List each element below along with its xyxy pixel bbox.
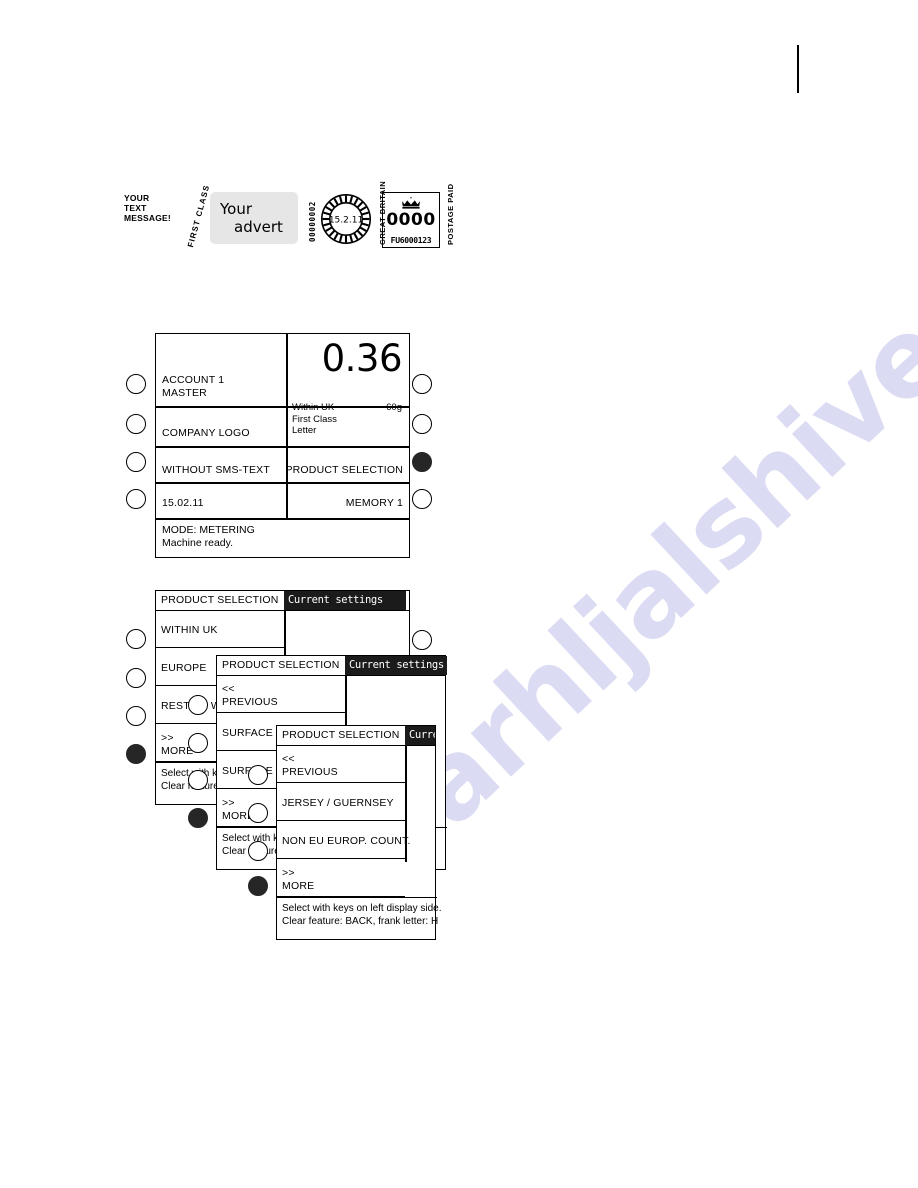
panel3-footer-line-1: Select with keys on left display side. bbox=[282, 903, 442, 914]
demonstration-die-icon: 15.2.11 bbox=[320, 193, 372, 245]
key-p3-1[interactable] bbox=[248, 765, 268, 785]
panel3-item-label-3: NON EU EUROP. COUNT. bbox=[282, 835, 411, 847]
watermark-overlay: parhljalshive.com bbox=[0, 0, 918, 1188]
display-rule-1 bbox=[156, 406, 409, 408]
panel3-header: PRODUCT SELECTION Current settings bbox=[277, 726, 435, 746]
key-left-4[interactable] bbox=[126, 489, 146, 509]
product-selection-panel-3: PRODUCT SELECTION Current settings << PR… bbox=[276, 725, 442, 940]
panel1-item-label-2: EUROPE bbox=[161, 662, 207, 674]
key-left-1[interactable] bbox=[126, 374, 146, 394]
panel2-item-label-2: SURFACE bbox=[222, 727, 273, 739]
panel2-more-arrows: >> bbox=[222, 797, 235, 809]
panel2-item-label-1: << PREVIOUS bbox=[222, 683, 278, 708]
panel1-item-label-1: WITHIN UK bbox=[161, 624, 218, 636]
panel1-header: PRODUCT SELECTION Current settings bbox=[156, 591, 409, 611]
panel2-current-settings[interactable]: Current settings bbox=[345, 656, 447, 675]
panel3-item-jersey-guernsey[interactable]: JERSEY / GUERNSEY bbox=[277, 783, 405, 821]
panel3-previous-arrows: << bbox=[282, 753, 295, 765]
panel3-more-text: MORE bbox=[282, 879, 315, 892]
postage-amount: 0.36 bbox=[321, 337, 403, 380]
account-line-1: ACCOUNT 1 bbox=[162, 374, 225, 386]
destination-line-3: Letter bbox=[292, 425, 317, 436]
key-left-3[interactable] bbox=[126, 452, 146, 472]
key-p1-4-selected[interactable] bbox=[126, 744, 146, 764]
panel2-item-previous[interactable]: << PREVIOUS bbox=[217, 675, 345, 713]
destination-line-2: First Class bbox=[292, 413, 337, 425]
mode-status: MODE: METERING Machine ready. bbox=[162, 524, 255, 550]
weight-label: 60g bbox=[386, 402, 402, 413]
main-status-display: ACCOUNT 1 MASTER COMPANY LOGO WITHOUT SM… bbox=[155, 333, 410, 558]
destination-label: Within UK First Class Letter bbox=[292, 402, 337, 437]
key-p3-3[interactable] bbox=[248, 841, 268, 861]
panel1-item-within-uk[interactable]: WITHIN UK bbox=[156, 610, 284, 648]
company-logo-label: COMPANY LOGO bbox=[162, 427, 250, 439]
display-column-divider bbox=[286, 334, 288, 519]
date-label: 15.02.11 bbox=[162, 497, 204, 509]
franking-imprint: YOUR TEXT MESSAGE! FIRST CLASS Your adve… bbox=[124, 181, 455, 256]
key-right-2[interactable] bbox=[412, 414, 432, 434]
sms-text-label: WITHOUT SMS-TEXT bbox=[162, 464, 270, 476]
key-p1-1[interactable] bbox=[126, 629, 146, 649]
key-right-3-selected[interactable] bbox=[412, 452, 432, 472]
panel3-current-settings[interactable]: Current settings bbox=[405, 726, 435, 745]
panel3-footer: Select with keys on left display side. C… bbox=[277, 897, 442, 939]
panel2-title: PRODUCT SELECTION bbox=[222, 659, 340, 671]
mode-line-1: MODE: METERING bbox=[162, 524, 255, 536]
panel3-item-label-4: >> MORE bbox=[282, 867, 314, 892]
imprint-slogan-line-2: TEXT bbox=[124, 203, 147, 213]
key-right-1[interactable] bbox=[412, 374, 432, 394]
panel3-footer-text: Select with keys on left display side. C… bbox=[282, 902, 442, 928]
key-p1-2[interactable] bbox=[126, 668, 146, 688]
panel2-header: PRODUCT SELECTION Current settings bbox=[217, 656, 447, 676]
panel1-current-settings[interactable]: Current settings bbox=[284, 591, 406, 610]
panel3-footer-line-2: Clear feature: BACK, frank letter: H bbox=[282, 916, 439, 927]
product-selection-label: PRODUCT SELECTION bbox=[285, 464, 403, 476]
display-rule-3 bbox=[156, 482, 409, 484]
key-p2-2[interactable] bbox=[188, 733, 208, 753]
imprint-slogan-line-1: YOUR bbox=[124, 193, 150, 203]
panel3-item-non-eu-europ-count[interactable]: NON EU EUROP. COUNT. bbox=[277, 821, 410, 859]
imprint-slogan-line-3: MESSAGE! bbox=[124, 213, 171, 223]
key-left-2[interactable] bbox=[126, 414, 146, 434]
panel3-item-previous[interactable]: << PREVIOUS bbox=[277, 745, 405, 783]
panel2-previous-arrows: << bbox=[222, 683, 235, 695]
imprint-postage-label: POSTAGE PAID bbox=[446, 183, 455, 245]
key-right-4[interactable] bbox=[412, 489, 432, 509]
mode-line-2: Machine ready. bbox=[162, 537, 234, 549]
panel3-title: PRODUCT SELECTION bbox=[282, 729, 400, 741]
key-p3-2[interactable] bbox=[248, 803, 268, 823]
imprint-value-block: 0000 FU6000123 bbox=[382, 192, 440, 248]
imprint-slogan: YOUR TEXT MESSAGE! bbox=[124, 193, 171, 223]
panel2-previous-text: PREVIOUS bbox=[222, 695, 278, 708]
key-p1-right-1[interactable] bbox=[412, 630, 432, 650]
panel3-item-label-2: JERSEY / GUERNSEY bbox=[282, 797, 394, 809]
memory-label: MEMORY 1 bbox=[345, 497, 403, 509]
panel3-more-arrows: >> bbox=[282, 867, 295, 879]
account-line-2: MASTER bbox=[162, 387, 207, 399]
panel3-item-label-1: << PREVIOUS bbox=[282, 753, 338, 778]
panel1-more-arrows: >> bbox=[161, 732, 174, 744]
key-p2-4-selected[interactable] bbox=[188, 808, 208, 828]
panel3-item-more[interactable]: >> MORE bbox=[277, 859, 405, 897]
account-label: ACCOUNT 1 MASTER bbox=[162, 374, 224, 400]
key-p2-1[interactable] bbox=[188, 695, 208, 715]
key-p2-3[interactable] bbox=[188, 770, 208, 790]
panel1-title: PRODUCT SELECTION bbox=[161, 594, 279, 606]
imprint-advert-box: Your advert bbox=[210, 192, 298, 244]
display-rule-2 bbox=[156, 446, 409, 448]
destination-line-1: Within UK bbox=[292, 402, 335, 413]
key-p1-3[interactable] bbox=[126, 706, 146, 726]
page-corner-rule bbox=[797, 45, 799, 93]
key-p3-4-selected[interactable] bbox=[248, 876, 268, 896]
imprint-class-label: FIRST CLASS bbox=[186, 183, 212, 249]
display-rule-4 bbox=[156, 518, 409, 520]
svg-text:15.2.11: 15.2.11 bbox=[329, 216, 363, 226]
imprint-value-digits: 0000 bbox=[386, 210, 436, 230]
imprint-meter-serial: 00000002 bbox=[308, 201, 317, 242]
advert-line-2: advert bbox=[234, 218, 283, 236]
advert-line-1: Your bbox=[220, 200, 253, 218]
panel3-previous-text: PREVIOUS bbox=[282, 765, 338, 778]
imprint-value-code: FU6000123 bbox=[390, 236, 432, 245]
